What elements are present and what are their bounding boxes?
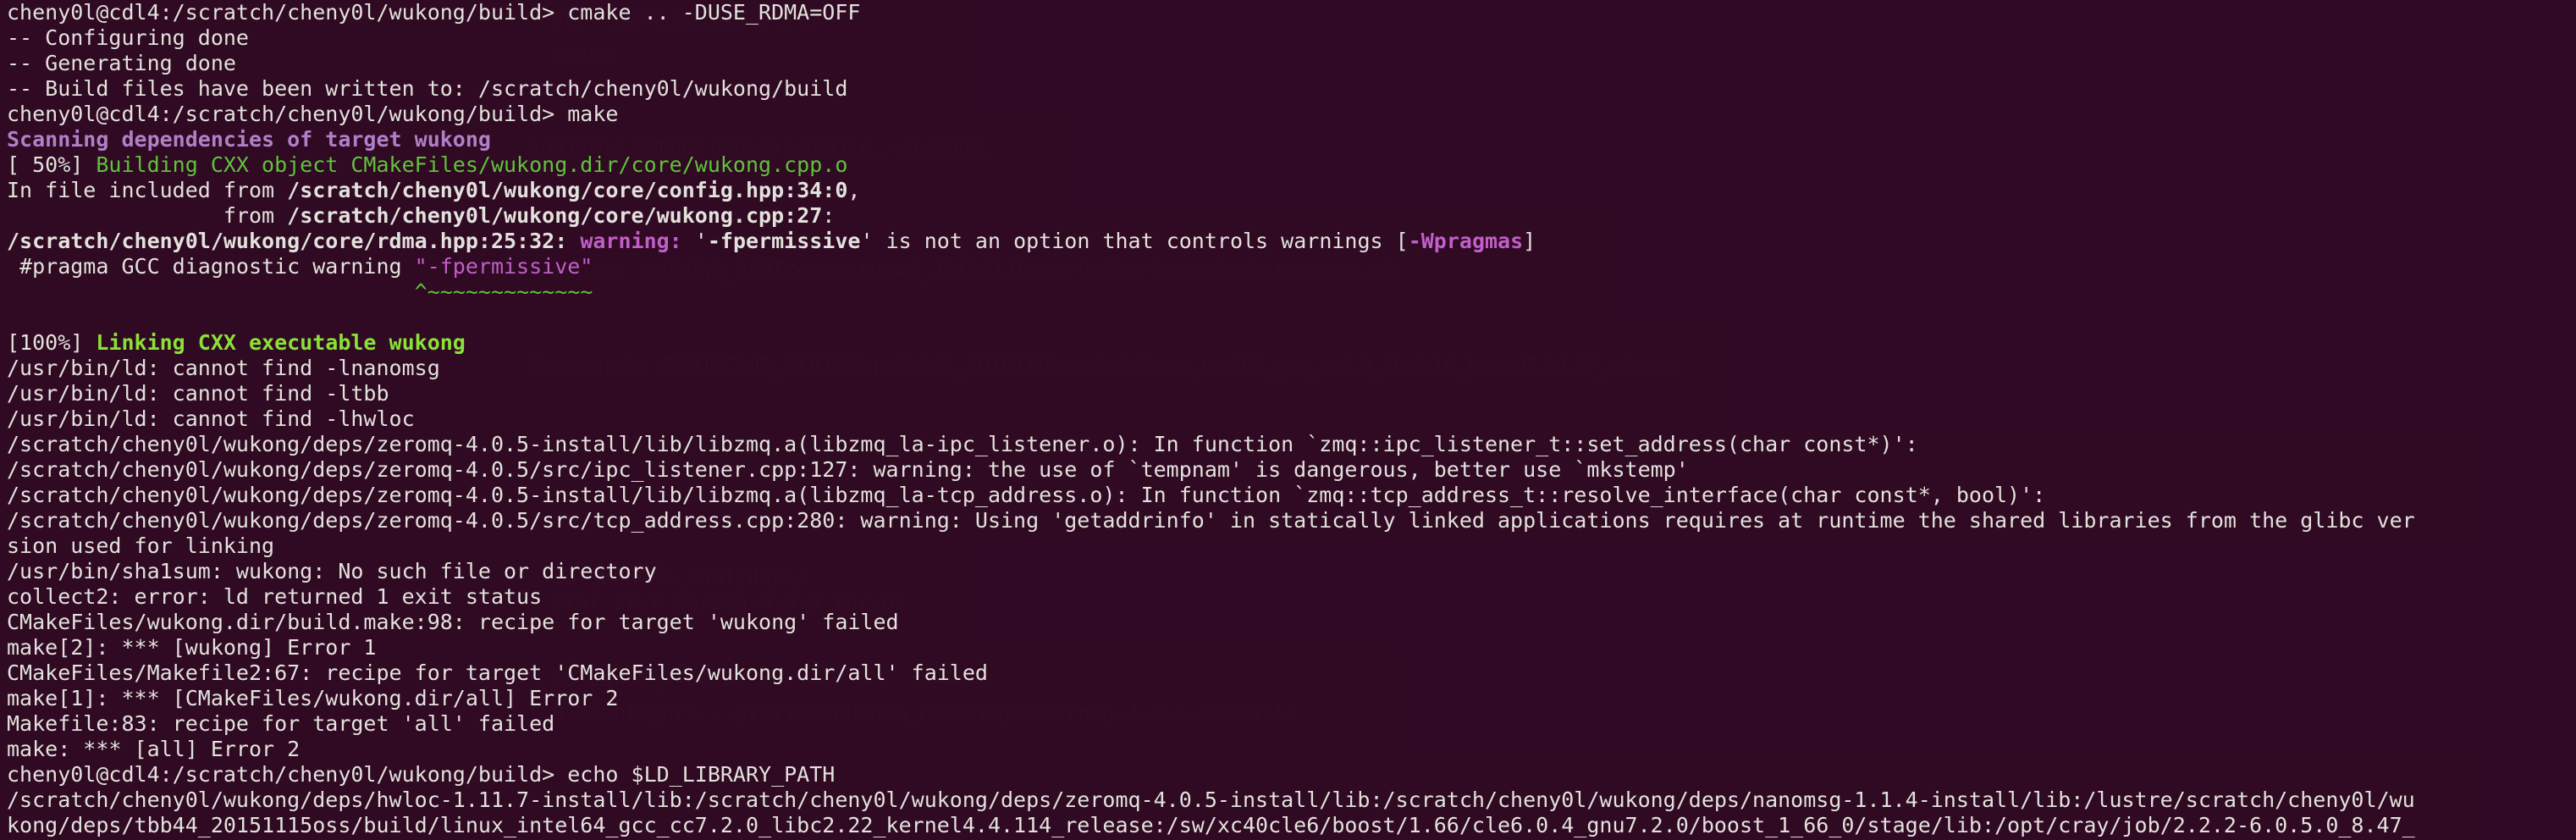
- terminal-line: kong/deps/tbb44_20151115oss/build/linux_…: [7, 813, 2576, 838]
- terminal-text: #pragma GCC diagnostic warning: [7, 254, 415, 279]
- terminal-line: cheny0l@cdl4:/scratch/cheny0l/wukong/bui…: [7, 0, 2576, 25]
- terminal-output: cheny0l@cdl4:/scratch/cheny0l/wukong/bui…: [7, 0, 2576, 840]
- terminal-text: CMakeFiles/wukong.dir/build.make:98: rec…: [7, 610, 899, 634]
- terminal-text: make: *** [all] Error 2: [7, 737, 301, 761]
- terminal-line: /usr/bin/ld: cannot find -lnanomsg: [7, 356, 2576, 381]
- terminal-text: sion used for linking: [7, 533, 275, 558]
- terminal-line: from /scratch/cheny0l/wukong/core/wukong…: [7, 203, 2576, 229]
- terminal-text: collect2: error: ld returned 1 exit stat…: [7, 584, 543, 609]
- terminal-line: -- Generating done: [7, 51, 2576, 76]
- terminal-text: /usr/bin/ld: cannot find -lnanomsg: [7, 356, 440, 380]
- terminal-text: ': [694, 229, 708, 253]
- terminal-line: In file included from /scratch/cheny0l/w…: [7, 178, 2576, 203]
- terminal-text: ]: [1523, 229, 1536, 253]
- terminal-text: [ 50%]: [7, 152, 97, 177]
- terminal-line: /scratch/cheny0l/wukong/deps/zeromq-4.0.…: [7, 432, 2576, 457]
- terminal-line: /scratch/cheny0l/wukong/deps/zeromq-4.0.…: [7, 457, 2576, 483]
- terminal-line: ^~~~~~~~~~~~~~: [7, 279, 2576, 305]
- terminal-line: /usr/bin/ld: cannot find -lhwloc: [7, 406, 2576, 432]
- terminal-text: -- Generating done: [7, 51, 236, 75]
- terminal-line: -- Build files have been written to: /sc…: [7, 76, 2576, 102]
- terminal-line: /usr/bin/sha1sum: wukong: No such file o…: [7, 559, 2576, 584]
- terminal-text: cheny0l@cdl4:/scratch/cheny0l/wukong/bui…: [7, 0, 861, 25]
- terminal-line: sion used for linking: [7, 533, 2576, 559]
- terminal-text: Building CXX object CMakeFiles/wukong.di…: [96, 152, 848, 177]
- terminal-text: -- Configuring done: [7, 25, 249, 50]
- terminal-line: make[2]: *** [wukong] Error 1: [7, 635, 2576, 660]
- terminal-line: Makefile:83: recipe for target 'all' fai…: [7, 711, 2576, 737]
- terminal-line: cheny0l@cdl4:/scratch/cheny0l/wukong/bui…: [7, 762, 2576, 788]
- terminal-line: /scratch/cheny0l/wukong/deps/hwloc-1.11.…: [7, 788, 2576, 813]
- terminal-text: CMakeFiles/Makefile2:67: recipe for targ…: [7, 660, 988, 685]
- terminal-text: warning:: [567, 229, 695, 253]
- terminal-text: -Wpragmas: [1408, 229, 1524, 253]
- terminal-text: Linking CXX executable wukong: [96, 330, 466, 355]
- terminal-line: /scratch/cheny0l/wukong/core/rdma.hpp:25…: [7, 229, 2576, 254]
- terminal-text: /scratch/cheny0l/wukong/core/config.hpp:…: [287, 178, 848, 202]
- terminal-text: make[1]: *** [CMakeFiles/wukong.dir/all]…: [7, 686, 619, 710]
- terminal-text: /usr/bin/ld: cannot find -ltbb: [7, 381, 389, 406]
- terminal-text: /scratch/cheny0l/wukong/core/rdma.hpp:25…: [7, 229, 568, 253]
- terminal-line: collect2: error: ld returned 1 exit stat…: [7, 584, 2576, 610]
- terminal-text: -fpermissive: [707, 229, 861, 253]
- terminal-line: /scratch/cheny0l/wukong/deps/zeromq-4.0.…: [7, 483, 2576, 508]
- terminal-window[interactable]: cheny0l@cdl4:/scratch/cheny0l/wukong/bui…: [0, 0, 2576, 840]
- terminal-text: make[2]: *** [wukong] Error 1: [7, 635, 377, 660]
- terminal-text: /usr/bin/sha1sum: wukong: No such file o…: [7, 559, 657, 583]
- terminal-text: In file included from: [7, 178, 288, 202]
- terminal-line: CMakeFiles/wukong.dir/build.make:98: rec…: [7, 610, 2576, 635]
- terminal-text: /scratch/cheny0l/wukong/core/wukong.cpp:…: [287, 203, 823, 228]
- terminal-text: /usr/bin/ld: cannot find -lhwloc: [7, 406, 415, 431]
- terminal-line: [100%] Linking CXX executable wukong: [7, 330, 2576, 356]
- terminal-text: /scratch/cheny0l/wukong/deps/zeromq-4.0.…: [7, 508, 2415, 533]
- terminal-text: /scratch/cheny0l/wukong/deps/zeromq-4.0.…: [7, 432, 1918, 456]
- terminal-text: :: [822, 203, 836, 228]
- terminal-text: -- Build files have been written to: /sc…: [7, 76, 848, 101]
- terminal-line: -- Configuring done: [7, 25, 2576, 51]
- terminal-text: /scratch/cheny0l/wukong/deps/zeromq-4.0.…: [7, 483, 2046, 507]
- terminal-line: make[1]: *** [CMakeFiles/wukong.dir/all]…: [7, 686, 2576, 711]
- terminal-text: from: [7, 203, 288, 228]
- terminal-text: [100%]: [7, 330, 97, 355]
- terminal-text: /scratch/cheny0l/wukong/deps/hwloc-1.11.…: [7, 788, 2415, 812]
- terminal-text: "-fpermissive": [414, 254, 593, 279]
- terminal-text: ' is not an option that controls warning…: [860, 229, 1409, 253]
- terminal-line: /usr/bin/ld: cannot find -ltbb: [7, 381, 2576, 406]
- terminal-text: /scratch/cheny0l/wukong/deps/zeromq-4.0.…: [7, 457, 1689, 482]
- terminal-line: make: *** [all] Error 2: [7, 737, 2576, 762]
- terminal-text: Makefile:83: recipe for target 'all' fai…: [7, 711, 555, 736]
- terminal-text: kong/deps/tbb44_20151115oss/build/linux_…: [7, 813, 2415, 837]
- terminal-line: cheny0l@cdl4:/scratch/cheny0l/wukong/bui…: [7, 102, 2576, 127]
- terminal-text: Scanning dependencies of target wukong: [7, 127, 491, 152]
- terminal-text: ^~~~~~~~~~~~~~: [7, 279, 593, 304]
- terminal-line: /scratch/cheny0l/wukong/deps/zeromq-4.0.…: [7, 508, 2576, 533]
- terminal-text: cheny0l@cdl4:/scratch/cheny0l/wukong/bui…: [7, 762, 836, 787]
- terminal-text: ,: [847, 178, 861, 202]
- terminal-text: cheny0l@cdl4:/scratch/cheny0l/wukong/bui…: [7, 102, 619, 126]
- terminal-line: Scanning dependencies of target wukong: [7, 127, 2576, 152]
- terminal-line: [ 50%] Building CXX object CMakeFiles/wu…: [7, 152, 2576, 178]
- terminal-line: #pragma GCC diagnostic warning "-fpermis…: [7, 254, 2576, 279]
- terminal-line: CMakeFiles/Makefile2:67: recipe for targ…: [7, 660, 2576, 686]
